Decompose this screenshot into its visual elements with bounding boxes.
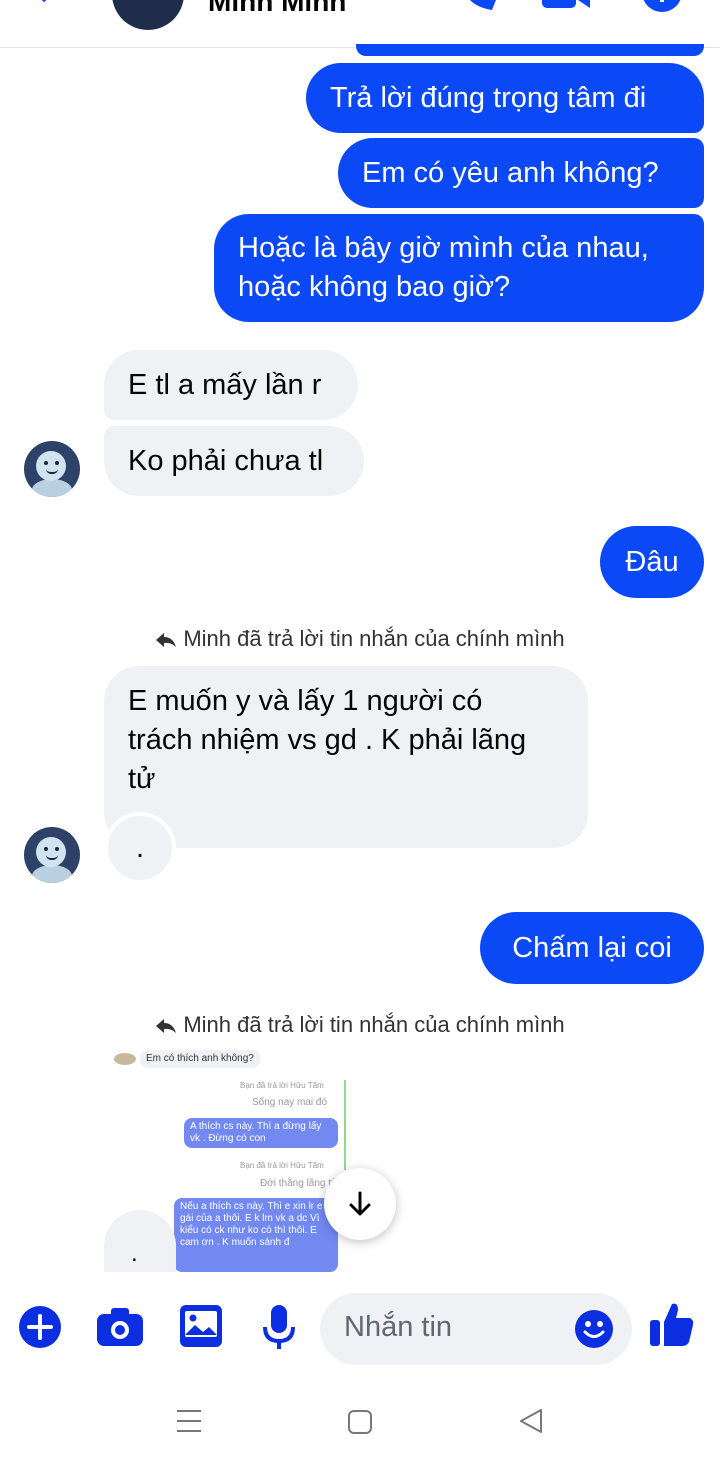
thumbnail-message: A thích cs này. Thì a đừng lấy vk . Đừng…: [184, 1118, 338, 1148]
contact-avatar-small[interactable]: [24, 441, 80, 497]
contact-avatar[interactable]: [112, 0, 184, 30]
mic-icon[interactable]: [262, 1305, 296, 1351]
call-icon[interactable]: [458, 0, 498, 14]
message-text: hoặc không bao giờ?: [238, 271, 511, 303]
message-text: Đâu: [625, 545, 679, 578]
message-text: E muốn y và lấy 1 người có: [128, 685, 483, 717]
incoming-message[interactable]: Ko phải chưa tl: [104, 426, 364, 496]
thumbnail-message: Em có thích anh không?: [140, 1050, 260, 1068]
message-text: Trả lời đúng trọng tâm đi: [330, 81, 647, 114]
chat-header: Minh Minh: [0, 0, 720, 48]
reply-notice-text: Minh đã trả lời tin nhắn của chính mình: [183, 1012, 565, 1037]
thumbnail-reply-note: Bạn đã trả lời Hữu Tâm: [240, 1081, 324, 1090]
incoming-message[interactable]: .: [104, 1210, 176, 1272]
screenshot-attachment[interactable]: Em có thích anh không? Bạn đã trả lời Hữ…: [104, 1040, 354, 1272]
message-text: Chấm lại coi: [512, 931, 672, 964]
reply-notice: Minh đã trả lời tin nhắn của chính mình: [0, 1012, 720, 1038]
message-text: Ko phải chưa tl: [128, 444, 324, 477]
thumbnail-quote: Đời thằng lãng tử: [260, 1178, 338, 1189]
message-text: .: [135, 831, 145, 864]
info-icon[interactable]: [640, 0, 684, 16]
back-icon[interactable]: [36, 0, 64, 14]
incoming-message[interactable]: E muốn y và lấy 1 người có trách nhiệm v…: [104, 666, 588, 848]
composer-bar: Nhắn tin: [0, 1272, 720, 1382]
message-text: Hoặc là bây giờ mình của nhau,: [238, 232, 649, 264]
thumbnail-reply-note: Bạn đã trả lời Hữu Tâm: [240, 1161, 324, 1170]
outgoing-message[interactable]: Hoặc là bây giờ mình của nhau, hoặc khôn…: [214, 214, 704, 322]
thumbnail-divider: [344, 1080, 346, 1170]
thumbnail-avatar: [114, 1053, 136, 1065]
plus-icon[interactable]: [18, 1305, 62, 1349]
video-icon[interactable]: [540, 0, 592, 14]
camera-icon[interactable]: [97, 1308, 143, 1346]
message-input-placeholder: Nhắn tin: [344, 1311, 453, 1343]
contact-avatar-small[interactable]: [24, 827, 80, 883]
arrow-down-icon: [349, 1191, 371, 1216]
contact-name[interactable]: Minh Minh: [208, 0, 346, 18]
thumbnail-quote: Sống nay mai đó: [252, 1097, 328, 1108]
recents-icon[interactable]: [176, 1408, 202, 1434]
home-icon[interactable]: [347, 1409, 373, 1435]
outgoing-message[interactable]: Đâu: [600, 526, 704, 598]
like-icon[interactable]: [650, 1302, 694, 1348]
scroll-down-button[interactable]: [324, 1168, 396, 1240]
incoming-message[interactable]: E tl a mấy lần r: [104, 350, 358, 420]
message-text: tử: [128, 763, 156, 795]
incoming-message[interactable]: .: [104, 812, 176, 884]
outgoing-message-partial[interactable]: [356, 44, 704, 56]
outgoing-message[interactable]: Em có yêu anh không?: [338, 138, 704, 208]
system-nav-bar: [0, 1382, 720, 1465]
reply-arrow-icon: [156, 633, 177, 648]
message-text: E tl a mấy lần r: [128, 368, 322, 401]
message-text: .: [131, 1240, 138, 1267]
reply-arrow-icon: [156, 1019, 177, 1034]
message-text: trách nhiệm vs gd . K phải lãng: [128, 724, 527, 756]
outgoing-message[interactable]: Trả lời đúng trọng tâm đi: [306, 63, 704, 133]
thumbnail-message: Nếu a thích cs này. Thì e xin lr e gái c…: [174, 1198, 338, 1272]
reply-notice: Minh đã trả lời tin nhắn của chính mình: [0, 626, 720, 652]
message-text: Em có yêu anh không?: [362, 156, 659, 189]
message-input[interactable]: Nhắn tin: [320, 1293, 632, 1365]
emoji-icon[interactable]: [574, 1309, 614, 1349]
reply-notice-text: Minh đã trả lời tin nhắn của chính mình: [183, 626, 565, 651]
nav-back-icon[interactable]: [518, 1408, 544, 1434]
outgoing-message[interactable]: Chấm lại coi: [480, 912, 704, 984]
gallery-icon[interactable]: [180, 1305, 222, 1347]
